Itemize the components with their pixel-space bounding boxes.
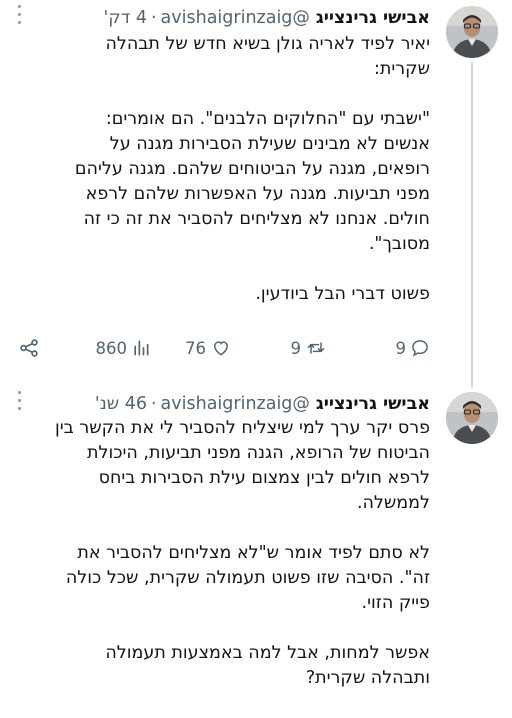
tweet-line: פייק הזוי.: [361, 593, 430, 613]
tweet-line: רופאים, מגנה על הביטוחים שלהם. מגנה עליה…: [74, 159, 430, 179]
tweet-line: לממשלה.: [356, 493, 430, 513]
retweet-count: 9: [290, 338, 302, 358]
tweet-line: לא סתם לפיד אומר ש"לא מצליחים להסביר את: [77, 543, 430, 563]
tweet-text: פרס יקר ערך למי שיצליח להסביר לי את הקשר…: [14, 416, 430, 691]
tweet-line: לרפא חולים לבין צמצום עילת הסבירות ביחס: [98, 468, 430, 488]
thread-line: [471, 372, 473, 388]
tweet-line: מפני תביעות. מגנה על האפשרות שלהם לרפא: [85, 184, 430, 204]
avatar-photo: [446, 392, 498, 444]
share-icon: [20, 339, 38, 357]
tweet-line: שקרית:: [373, 59, 430, 79]
share-button[interactable]: [18, 333, 40, 363]
tweet-line: יאיר לפיד לאריה גולן בשיא חדש של תבהלה: [105, 34, 430, 54]
tweet-line: פשוט דברי הבל ביודעין.: [255, 284, 430, 304]
tweet-header: אבישי גרינצייג @avishaigrinzaig · 4 דק': [14, 4, 430, 32]
tweet-actions: 9 9 76 860: [14, 333, 430, 363]
more-options-icon[interactable]: [8, 0, 30, 32]
tweet-line: ותבהלה שקרית?: [305, 668, 430, 688]
more-options-icon[interactable]: [8, 382, 30, 418]
timestamp[interactable]: 46 שנ': [95, 394, 147, 414]
views-icon: [134, 340, 149, 356]
like-count: 76: [185, 338, 206, 358]
separator-dot: ·: [150, 8, 157, 28]
heart-icon: [213, 341, 229, 356]
views-button[interactable]: 860: [96, 333, 152, 363]
tweet-text: יאיר לפיד לאריה גולן בשיא חדש של תבהלה ש…: [14, 32, 430, 307]
tweet-line: "ישבתי עם "החלוקים הלבנים". הם אומרים:: [105, 109, 430, 129]
view-count: 860: [95, 338, 128, 358]
tweet[interactable]: אבישי גרינצייג @avishaigrinzaig · 4 דק' …: [0, 0, 512, 372]
reply-button[interactable]: 9: [396, 333, 431, 363]
tweet-line: אפשר למחות, אבל למה באמצעות תעמולה: [105, 643, 430, 663]
tweet[interactable]: אבישי גרינצייג @avishaigrinzaig · 46 שנ'…: [0, 372, 512, 718]
display-name[interactable]: אבישי גרינצייג: [316, 394, 430, 414]
tweet-line: אנשים לא מבינים שעילת הסבירות מגנה על: [109, 134, 430, 154]
reply-icon: [412, 340, 428, 357]
retweet-icon: [307, 342, 325, 354]
like-button[interactable]: 76: [185, 333, 232, 363]
avatar-photo: [446, 6, 498, 58]
thread-line: [471, 62, 473, 372]
separator-dot: ·: [150, 394, 157, 414]
tweet-line: הביטוח של הרופא, הגנה מפני תביעות, היכול…: [87, 443, 430, 463]
reply-count: 9: [395, 338, 407, 358]
tweet-line: חולים. אנחנו לא מצליחים להסביר את זה כי …: [83, 209, 430, 229]
tweet-line: מסובך".: [368, 234, 430, 254]
tweet-line: זה". הסיבה שזו פשוט תעמולה שקרית, שכל כו…: [65, 568, 430, 588]
display-name[interactable]: אבישי גרינצייג: [316, 8, 430, 28]
user-handle[interactable]: @avishaigrinzaig: [161, 394, 310, 414]
tweet-line: פרס יקר ערך למי שיצליח להסביר לי את הקשר…: [54, 418, 430, 438]
user-handle[interactable]: @avishaigrinzaig: [161, 8, 310, 28]
avatar[interactable]: [446, 6, 498, 58]
timestamp[interactable]: 4 דק': [103, 8, 146, 28]
tweet-header: אבישי גרינצייג @avishaigrinzaig · 46 שנ': [14, 390, 430, 418]
retweet-button[interactable]: 9: [291, 333, 328, 363]
avatar[interactable]: [446, 392, 498, 444]
